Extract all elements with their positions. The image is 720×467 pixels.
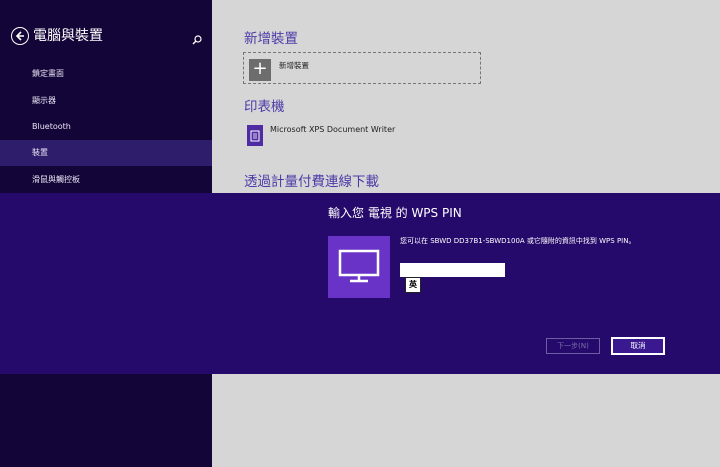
wps-pin-input[interactable]: [400, 263, 505, 277]
dialog-description: 您可以在 SBWD DD37B1-SBWD100A 或它隨附的資訊中找到 WPS…: [400, 237, 636, 245]
printers-heading: 印表機: [244, 99, 285, 115]
add-device-label: 新增裝置: [279, 61, 309, 70]
sidebar-item-mouse-touchpad[interactable]: 滑鼠與觸控板: [0, 167, 212, 193]
dialog-title: 輸入您 電視 的 WPS PIN: [328, 206, 462, 220]
plus-icon: +: [249, 59, 271, 81]
add-device-button[interactable]: + 新增裝置: [243, 52, 481, 84]
add-device-heading: 新增裝置: [244, 31, 298, 47]
tv-monitor-icon: [328, 236, 390, 298]
search-icon[interactable]: [192, 30, 202, 49]
sidebar-item-bluetooth[interactable]: Bluetooth: [0, 114, 212, 140]
printer-item[interactable]: Microsoft XPS Document Writer: [246, 124, 486, 148]
wps-pin-dialog: 輸入您 電視 的 WPS PIN 您可以在 SBWD DD37B1-SBWD10…: [0, 193, 720, 374]
sidebar-item-lock-screen[interactable]: 鎖定畫面: [0, 61, 212, 87]
back-arrow-icon[interactable]: [11, 27, 29, 45]
sidebar-title: 電腦與裝置: [33, 28, 103, 44]
sidebar-item-display[interactable]: 顯示器: [0, 88, 212, 114]
printer-label: Microsoft XPS Document Writer: [270, 125, 396, 134]
printer-icon: [247, 125, 263, 146]
ime-mode-indicator: 英: [405, 277, 421, 293]
sidebar-item-devices[interactable]: 裝置: [0, 140, 212, 166]
metered-heading: 透過計量付費連線下載: [244, 174, 379, 190]
next-button[interactable]: 下一步(N): [546, 338, 600, 354]
cancel-button[interactable]: 取消: [611, 337, 665, 355]
